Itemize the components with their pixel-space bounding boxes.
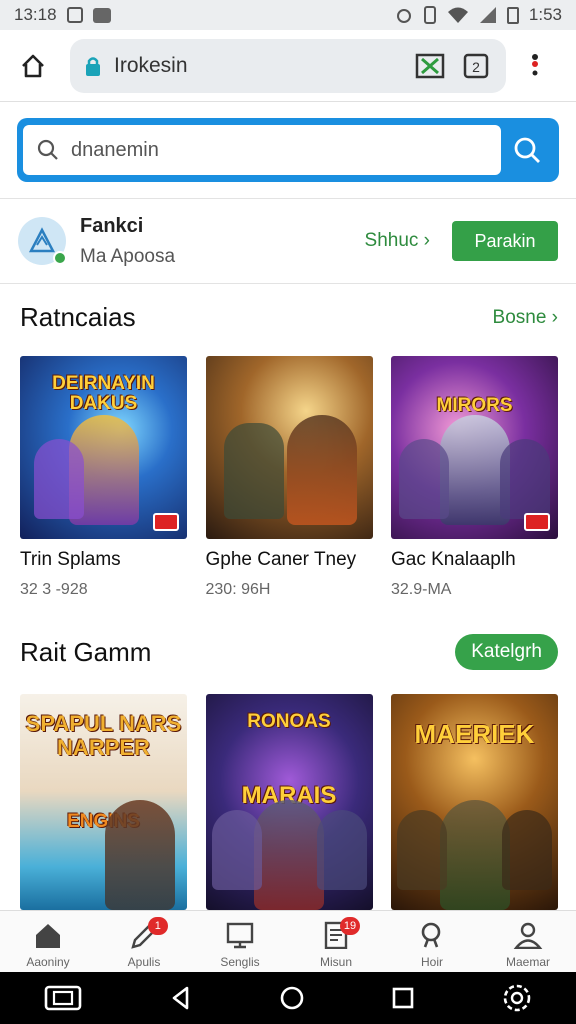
game-meta: 32 3 -928 — [20, 581, 88, 598]
nav-item-settings[interactable]: Senglis — [192, 911, 288, 972]
nav-label: Apulis — [127, 955, 161, 969]
notification-badge: 1 — [147, 917, 168, 935]
account-name: Fankci — [80, 214, 144, 237]
rating-badge — [153, 513, 179, 531]
bottom-nav: Aaoniny 1 Apulis Senglis 19 Misun Hoir M… — [0, 910, 576, 972]
home-circle-icon[interactable] — [279, 985, 305, 1011]
status-time-left: 13:18 — [14, 5, 57, 24]
status-time-right: 1:53 — [528, 5, 562, 24]
alarm-icon — [396, 9, 411, 23]
nav-label: Hoir — [420, 955, 443, 969]
game-card[interactable]: RONOAS MARAIS — [205, 694, 373, 910]
nav-label: Senglis — [220, 955, 260, 969]
notification-badge: 19 — [339, 917, 361, 935]
game-cover-title: SPAPUL NARS NARPER — [25, 711, 182, 760]
message-icon — [92, 7, 111, 23]
game-cover-image: MIRORS — [391, 356, 558, 539]
search-icon — [37, 139, 58, 160]
game-title: Trin Splams — [20, 549, 121, 570]
section-header: Rait Gamm Katelgrh — [20, 634, 558, 670]
game-meta: 32.9-MA — [391, 581, 452, 598]
nav-item-home[interactable]: Aaoniny — [0, 911, 96, 972]
section-title: Rait Gamm — [20, 636, 152, 667]
overflow-menu-icon — [532, 53, 538, 75]
profile-icon — [513, 922, 543, 949]
game-card[interactable]: SPAPUL NARS NARPER ENGINS — [20, 694, 187, 910]
game-cover-title: DEIRNAYIN DAKUS — [52, 373, 155, 414]
search-icon — [421, 922, 441, 948]
svg-text:2: 2 — [472, 59, 480, 75]
account-action-button[interactable]: Parakin — [452, 221, 558, 261]
game-meta: 230: 96H — [205, 581, 271, 598]
nav-label: Misun — [319, 955, 352, 969]
game-title: Gphe Caner Tney — [205, 549, 357, 570]
overflow-menu-button[interactable] — [514, 43, 556, 89]
section-see-more-link[interactable]: Bosne › — [493, 307, 558, 329]
rating-badge — [524, 513, 550, 531]
game-cover-title: MAERIEK — [414, 719, 535, 749]
account-subtitle: Ma Apoosa — [80, 245, 176, 267]
game-cover-image: RONOAS MARAIS — [205, 694, 373, 910]
game-card[interactable]: Gphe Caner Tney 230: 96H — [205, 356, 373, 599]
game-cover-title: MIRORS — [436, 395, 513, 416]
back-icon[interactable] — [169, 985, 193, 1011]
wifi-icon — [447, 7, 468, 23]
game-card[interactable]: MIRORS Gac Knalaaplh 32.9-MA — [391, 356, 558, 599]
address-bar[interactable]: Irokesin 2 — [70, 38, 506, 93]
section-title: Ratncaias — [20, 302, 136, 332]
nav-label: Maemar — [505, 955, 550, 969]
game-cover-image: DEIRNAYIN DAKUS — [20, 356, 187, 539]
screenshot-icon[interactable] — [43, 983, 83, 1013]
nav-item-search[interactable]: Hoir — [384, 911, 480, 972]
home-icon — [36, 924, 60, 948]
game-row: SPAPUL NARS NARPER ENGINS RONOAS MARAIS … — [20, 694, 558, 910]
status-bar: 13:18 1:53 — [0, 0, 576, 30]
avatar[interactable] — [18, 217, 67, 265]
url-text: Irokesin — [114, 53, 188, 77]
translate-icon — [415, 53, 445, 78]
account-link[interactable]: Shhuc › — [365, 230, 430, 252]
search-placeholder: dnanemin — [71, 138, 159, 161]
home-button[interactable] — [10, 43, 56, 89]
game-title: Gac Knalaaplh — [391, 549, 516, 570]
translate-button[interactable] — [414, 51, 446, 81]
online-status-dot — [53, 251, 67, 265]
game-row: DEIRNAYIN DAKUS Trin Splams 32 3 -928 Gp… — [20, 356, 558, 599]
search-input[interactable]: dnanemin — [23, 125, 501, 175]
signal-icon — [479, 7, 496, 23]
search-icon — [514, 137, 540, 163]
display-icon — [226, 922, 254, 949]
home-icon — [22, 54, 44, 77]
search-bar: dnanemin — [17, 118, 559, 182]
settings-gear-icon[interactable] — [501, 982, 533, 1014]
browser-toolbar: Irokesin 2 — [0, 30, 576, 102]
app-logo-icon — [28, 227, 56, 253]
game-cover-title: RONOAS — [247, 711, 331, 732]
tabs-button[interactable]: 2 — [460, 51, 492, 81]
nav-item-profile[interactable]: Maemar — [480, 911, 576, 972]
search-button[interactable] — [501, 125, 553, 175]
account-row: Fankci Ma Apoosa Shhuc › Parakin — [0, 198, 576, 284]
nav-item-apps[interactable]: 1 Apulis — [96, 911, 192, 972]
nav-item-messages[interactable]: 19 Misun — [288, 911, 384, 972]
section-header: Ratncaias Bosne › — [20, 302, 558, 333]
game-card[interactable]: MAERIEK — [391, 694, 558, 910]
nav-label: Aaoniny — [26, 955, 70, 969]
game-cover-image — [205, 356, 373, 539]
notification-icon — [66, 7, 83, 23]
category-button[interactable]: Katelgrh — [455, 634, 558, 670]
lock-icon — [86, 56, 100, 76]
recents-icon[interactable] — [391, 986, 415, 1010]
game-cover-image: MAERIEK — [391, 694, 558, 910]
battery-icon — [506, 7, 519, 24]
system-navigation-bar — [0, 972, 576, 1024]
game-cover-image: SPAPUL NARS NARPER ENGINS — [20, 694, 187, 910]
game-card[interactable]: DEIRNAYIN DAKUS Trin Splams 32 3 -928 — [20, 356, 187, 599]
vibrate-icon — [423, 6, 436, 24]
tabs-icon: 2 — [463, 53, 489, 78]
